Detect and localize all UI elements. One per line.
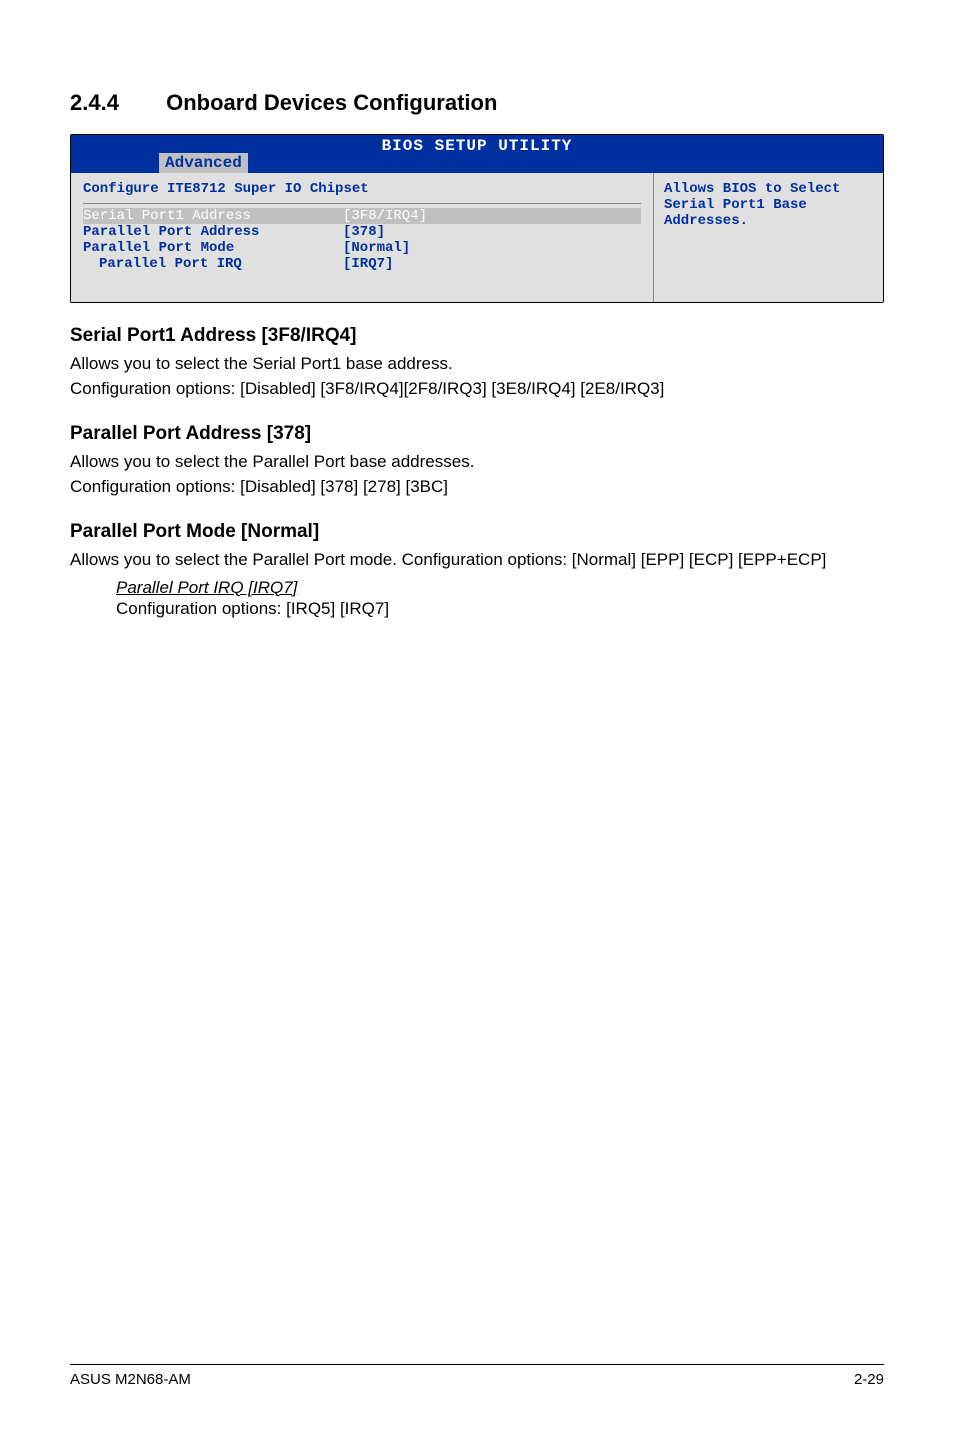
- section-heading: Onboard Devices Configuration: [166, 90, 497, 115]
- bios-help-panel: Allows BIOS to Select Serial Port1 Base …: [653, 173, 883, 302]
- bios-panel-title: Configure ITE8712 Super IO Chipset: [83, 181, 641, 204]
- heading-parallel-address: Parallel Port Address [378]: [70, 423, 884, 445]
- section-number: 2.4.4: [70, 90, 160, 116]
- bios-header: BIOS SETUP UTILITY Advanced: [71, 135, 883, 173]
- bios-tab-advanced[interactable]: Advanced: [159, 153, 248, 173]
- bios-option-row[interactable]: Parallel Port IRQ[IRQ7]: [83, 256, 641, 272]
- text-paddr-options: Configuration options: [Disabled] [378] …: [70, 476, 884, 499]
- document-page: 2.4.4 Onboard Devices Configuration BIOS…: [0, 0, 954, 1438]
- subheading-parallel-irq: Parallel Port IRQ [IRQ7]: [116, 578, 884, 598]
- section-title: 2.4.4 Onboard Devices Configuration: [70, 90, 884, 116]
- bios-option-label: Parallel Port Mode: [83, 240, 343, 256]
- bios-window: BIOS SETUP UTILITY Advanced Configure IT…: [70, 134, 884, 303]
- text-pmode-desc: Allows you to select the Parallel Port m…: [70, 549, 884, 572]
- page-footer: ASUS M2N68-AM 2-29: [70, 1364, 884, 1388]
- bios-option-value: [378]: [343, 224, 641, 240]
- footer-page-number: 2-29: [854, 1371, 884, 1388]
- heading-serial-port1: Serial Port1 Address [3F8/IRQ4]: [70, 325, 884, 347]
- bios-title: BIOS SETUP UTILITY: [382, 137, 573, 155]
- text-serial-desc: Allows you to select the Serial Port1 ba…: [70, 353, 884, 376]
- bios-option-label: Serial Port1 Address: [83, 208, 343, 224]
- text-pirq-options: Configuration options: [IRQ5] [IRQ7]: [116, 598, 884, 621]
- bios-options-panel: Configure ITE8712 Super IO Chipset Seria…: [71, 173, 653, 302]
- bios-option-value: [IRQ7]: [343, 256, 641, 272]
- heading-parallel-mode: Parallel Port Mode [Normal]: [70, 521, 884, 543]
- text-paddr-desc: Allows you to select the Parallel Port b…: [70, 451, 884, 474]
- bios-option-value: [3F8/IRQ4]: [343, 208, 641, 224]
- bios-body: Configure ITE8712 Super IO Chipset Seria…: [71, 173, 883, 302]
- bios-option-row[interactable]: Parallel Port Address[378]: [83, 224, 641, 240]
- bios-option-row[interactable]: Parallel Port Mode[Normal]: [83, 240, 641, 256]
- text-serial-options: Configuration options: [Disabled] [3F8/I…: [70, 378, 884, 401]
- footer-product: ASUS M2N68-AM: [70, 1371, 191, 1388]
- sub-option-block: Parallel Port IRQ [IRQ7] Configuration o…: [116, 578, 884, 621]
- bios-option-row[interactable]: Serial Port1 Address[3F8/IRQ4]: [83, 208, 641, 224]
- bios-help-text: Allows BIOS to Select Serial Port1 Base …: [664, 181, 840, 229]
- bios-option-label: Parallel Port Address: [83, 224, 343, 240]
- bios-option-value: [Normal]: [343, 240, 641, 256]
- bios-option-label: Parallel Port IRQ: [83, 256, 343, 272]
